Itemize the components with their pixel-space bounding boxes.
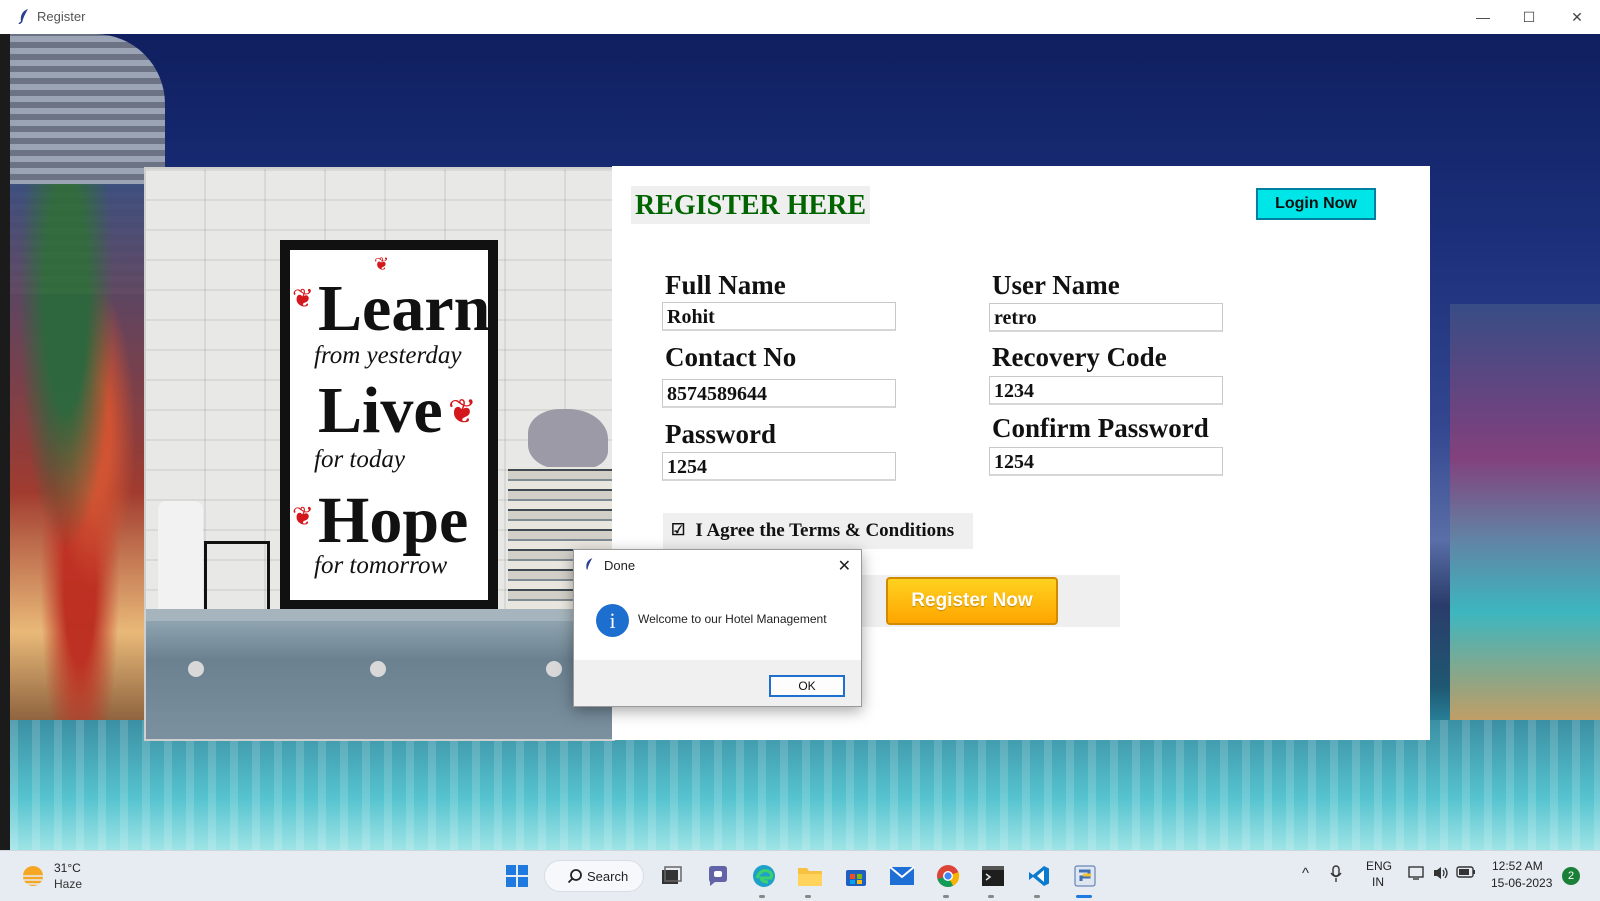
- confirm-password-field[interactable]: 1254: [989, 447, 1223, 476]
- clock-time[interactable]: 12:52 AM: [1492, 859, 1543, 873]
- taskbar-search[interactable]: Search: [544, 860, 644, 892]
- done-dialog: Done ✕ i Welcome to our Hotel Management…: [573, 549, 862, 707]
- microphone-icon[interactable]: [1330, 865, 1342, 886]
- full-name-field[interactable]: Rohit: [662, 302, 896, 331]
- window-left-edge: [0, 34, 10, 850]
- contact-no-label: Contact No: [665, 342, 797, 372]
- store-icon[interactable]: [842, 862, 870, 890]
- input-language[interactable]: ENG: [1366, 859, 1392, 873]
- login-now-button[interactable]: Login Now: [1256, 188, 1376, 220]
- teams-chat-icon[interactable]: [704, 862, 732, 890]
- minimize-button[interactable]: —: [1460, 0, 1506, 34]
- taskbar: 31°C Haze Search ^ ENG IN 12:52 AM 15-06…: [0, 850, 1600, 901]
- terminal-icon[interactable]: [979, 862, 1007, 890]
- edge-icon[interactable]: [750, 862, 778, 890]
- dresser-decoration: [146, 609, 613, 739]
- weather-temperature: 31°C: [54, 861, 81, 875]
- feather-icon: [18, 8, 30, 29]
- info-icon: i: [596, 604, 629, 637]
- butterfly-icon: ❦: [448, 394, 477, 431]
- close-window-button[interactable]: ✕: [1554, 0, 1600, 34]
- search-label: Search: [587, 869, 629, 884]
- page-title: REGISTER HERE: [631, 186, 871, 224]
- poster: ❦ ❦ Learn from yesterday Live ❦ for toda…: [290, 250, 491, 600]
- dialog-body: i Welcome to our Hotel Management: [574, 580, 861, 660]
- input-region: IN: [1372, 875, 1384, 889]
- background-palm-trees: [10, 184, 150, 744]
- register-now-button[interactable]: Register Now: [886, 577, 1058, 625]
- password-field[interactable]: 1254: [662, 452, 896, 481]
- ok-button[interactable]: OK: [769, 675, 845, 697]
- dialog-titlebar: Done ✕: [574, 550, 861, 580]
- chrome-icon[interactable]: [934, 862, 962, 890]
- feather-icon: [584, 557, 594, 576]
- dialog-title: Done: [604, 558, 636, 573]
- weather-condition: Haze: [54, 877, 83, 891]
- butterfly-icon: ❦: [292, 502, 314, 531]
- stone-decoration: [528, 409, 608, 469]
- python-app-icon[interactable]: [1071, 862, 1099, 890]
- background-hotel-building: [1450, 304, 1600, 744]
- contact-no-field[interactable]: 8574589644: [662, 379, 896, 408]
- file-explorer-icon[interactable]: [796, 862, 824, 890]
- vscode-icon[interactable]: [1025, 862, 1053, 890]
- user-name-label: User Name: [992, 270, 1120, 300]
- terms-checkbox[interactable]: ☑: [671, 523, 685, 539]
- terms-row[interactable]: ☑ I Agree the Terms & Conditions: [663, 513, 973, 549]
- user-name-field[interactable]: retro: [989, 303, 1223, 332]
- butterfly-icon: ❦: [292, 284, 314, 313]
- start-icon[interactable]: [503, 862, 531, 890]
- dialog-close-icon[interactable]: ✕: [838, 556, 851, 576]
- vase-decoration: [158, 501, 203, 611]
- clock-date[interactable]: 15-06-2023: [1491, 876, 1552, 890]
- window-titlebar: Register — ☐ ✕: [0, 0, 1600, 35]
- mail-icon[interactable]: [888, 862, 916, 890]
- password-label: Password: [665, 419, 777, 449]
- poster-frame: ❦ ❦ Learn from yesterday Live ❦ for toda…: [280, 240, 498, 610]
- poster-line-today: for today: [314, 446, 405, 473]
- dialog-message: Welcome to our Hotel Management: [638, 612, 827, 626]
- confirm-password-label: Confirm Password: [992, 413, 1209, 443]
- network-icon[interactable]: [1408, 865, 1426, 884]
- poster-image-panel: ❦ ❦ Learn from yesterday Live ❦ for toda…: [144, 167, 615, 741]
- window-title: Register: [37, 9, 86, 24]
- volume-icon[interactable]: [1432, 865, 1450, 884]
- task-view-icon[interactable]: [657, 862, 685, 890]
- battery-icon[interactable]: [1456, 865, 1476, 882]
- recovery-code-label: Recovery Code: [992, 342, 1167, 372]
- poster-line-tomorrow: for tomorrow: [314, 552, 448, 579]
- recovery-code-field[interactable]: 1234: [989, 376, 1223, 405]
- poster-line-yesterday: from yesterday: [314, 342, 462, 369]
- maximize-button[interactable]: ☐: [1506, 0, 1552, 34]
- terms-label: I Agree the Terms & Conditions: [695, 520, 955, 541]
- poster-word-live: Live: [318, 374, 443, 447]
- notification-badge[interactable]: 2: [1562, 867, 1580, 885]
- show-hidden-icons-chevron[interactable]: ^: [1302, 865, 1309, 882]
- full-name-label: Full Name: [665, 270, 786, 300]
- search-icon: [567, 868, 583, 889]
- poster-word-learn: Learn: [318, 272, 491, 345]
- weather-sun-icon[interactable]: [20, 863, 46, 894]
- poster-word-hope: Hope: [318, 484, 469, 557]
- candle-stand-decoration: [204, 541, 270, 617]
